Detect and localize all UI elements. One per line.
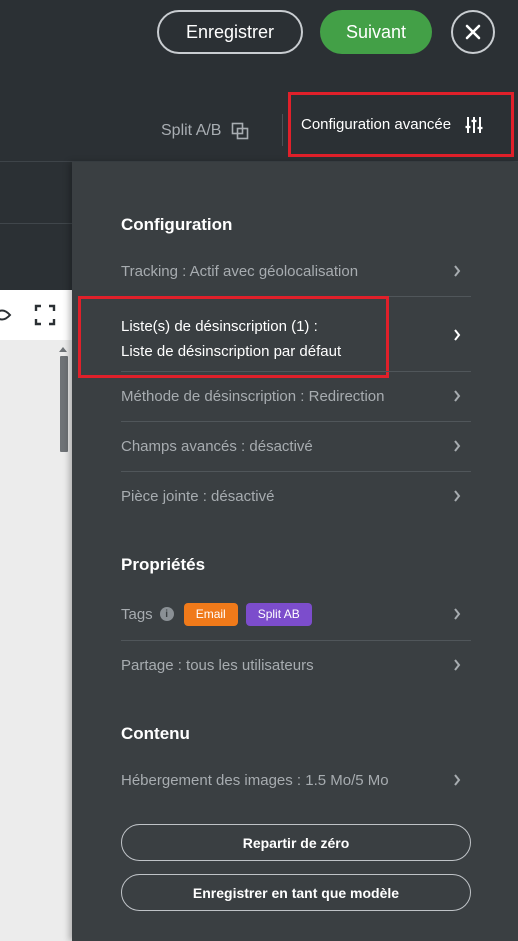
save-as-template-button[interactable]: Enregistrer en tant que modèle: [121, 874, 471, 911]
eye-icon[interactable]: [0, 305, 12, 325]
split-ab-button[interactable]: Split A/B: [161, 120, 249, 142]
setting-image-hosting[interactable]: Hébergement des images : 1.5 Mo/5 Mo: [121, 769, 471, 791]
toolbar-divider: [282, 114, 283, 146]
editor-toolbar: Split A/B Configuration avancée: [0, 64, 518, 162]
fullscreen-icon[interactable]: [34, 304, 56, 326]
save-button[interactable]: Enregistrer: [157, 10, 303, 54]
editor-tabs-area: [0, 162, 72, 224]
chevron-right-icon: [454, 329, 461, 341]
split-ab-label: Split A/B: [161, 122, 222, 139]
chevron-right-icon: [454, 440, 461, 452]
setting-tracking[interactable]: Tracking : Actif avec géolocalisation: [121, 260, 471, 282]
unsubscribe-lists-value: Liste de désinscription par défaut: [121, 343, 342, 360]
sharing-label: Partage : tous les utilisateurs: [121, 656, 314, 674]
scroll-up-icon[interactable]: [59, 346, 67, 352]
tag-badge-email: Email: [183, 602, 238, 626]
setting-tags[interactable]: Tags i Email Split AB: [121, 602, 471, 626]
duplicate-icon: [232, 122, 249, 140]
close-button[interactable]: [451, 10, 495, 54]
setting-attachment[interactable]: Pièce jointe : désactivé: [121, 485, 471, 507]
chevron-right-icon: [454, 490, 461, 502]
image-hosting-label: Hébergement des images : 1.5 Mo/5 Mo: [121, 771, 389, 789]
unsubscribe-method-label: Méthode de désinscription : Redirection: [121, 387, 385, 405]
setting-advanced-fields[interactable]: Champs avancés : désactivé: [121, 435, 471, 457]
chevron-right-icon: [454, 390, 461, 402]
advanced-fields-label: Champs avancés : désactivé: [121, 437, 313, 455]
restart-button[interactable]: Repartir de zéro: [121, 824, 471, 861]
chevron-right-icon: [454, 774, 461, 786]
divider: [121, 471, 471, 472]
sliders-icon: [465, 116, 483, 133]
chevron-right-icon: [454, 659, 461, 671]
canvas-scroll-thumb[interactable]: [60, 356, 68, 452]
section-title-configuration: Configuration: [121, 215, 233, 234]
attachment-label: Pièce jointe : désactivé: [121, 487, 275, 505]
tags-label: Tags: [121, 605, 153, 623]
tag-badge-split-ab: Split AB: [245, 602, 312, 626]
section-title-properties: Propriétés: [121, 555, 206, 574]
chevron-right-icon: [454, 265, 461, 277]
next-button[interactable]: Suivant: [320, 10, 432, 54]
close-icon: [465, 24, 481, 40]
top-bar: Enregistrer Suivant: [0, 0, 518, 64]
unsubscribe-lists-title: Liste(s) de désinscription (1) :: [121, 318, 318, 335]
tracking-label: Tracking : Actif avec géolocalisation: [121, 262, 359, 280]
preview-toolbar: [0, 290, 72, 340]
chevron-right-icon: [454, 608, 461, 620]
editor-subbar: [0, 224, 72, 290]
advanced-config-label: Configuration avancée: [301, 116, 452, 133]
setting-unsubscribe-method[interactable]: Méthode de désinscription : Redirection: [121, 385, 471, 407]
divider: [121, 640, 471, 641]
setting-sharing[interactable]: Partage : tous les utilisateurs: [121, 654, 471, 676]
divider: [121, 371, 471, 372]
divider: [121, 421, 471, 422]
advanced-settings-panel: Configuration Tracking : Actif avec géol…: [72, 162, 518, 941]
unsubscribe-lists-text: Liste(s) de désinscription (1) : Liste d…: [121, 314, 341, 364]
info-icon[interactable]: i: [159, 607, 174, 621]
section-title-content: Contenu: [121, 724, 190, 743]
advanced-config-button[interactable]: Configuration avancée: [288, 92, 514, 157]
